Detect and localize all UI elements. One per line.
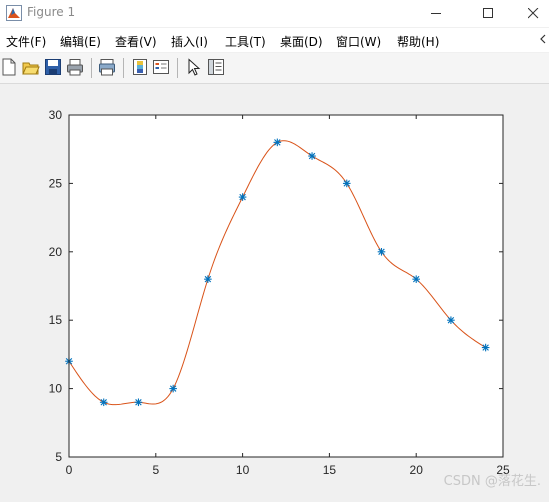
close-button[interactable] xyxy=(510,0,549,27)
y-tick-label: 30 xyxy=(49,108,63,122)
y-tick-label: 5 xyxy=(55,450,62,464)
menu-dock-arrow-icon[interactable] xyxy=(539,34,547,44)
data-point-marker xyxy=(342,179,351,188)
save-icon[interactable] xyxy=(44,58,62,76)
menu-desktop[interactable]: 桌面(D) xyxy=(280,33,323,50)
menu-file[interactable]: 文件(F) xyxy=(6,33,46,50)
matlab-figure-icon xyxy=(6,5,22,21)
x-tick-label: 20 xyxy=(410,463,424,477)
axes-background xyxy=(69,115,503,457)
watermark-text: CSDN @落花生. xyxy=(443,474,541,489)
maximize-button[interactable] xyxy=(465,0,511,27)
data-point-marker xyxy=(169,384,177,393)
open-file-icon[interactable] xyxy=(22,58,40,76)
x-tick-label: 0 xyxy=(66,463,73,477)
menu-bar: 文件(F) 编辑(E) 查看(V) 插入(I) 工具(T) 桌面(D) 窗口(W… xyxy=(0,28,549,52)
menu-tools[interactable]: 工具(T) xyxy=(225,33,266,50)
minimize-button[interactable] xyxy=(413,0,459,27)
new-figure-icon[interactable] xyxy=(0,58,18,76)
menu-edit[interactable]: 编辑(E) xyxy=(60,33,101,50)
toolbar-separator xyxy=(123,58,124,78)
data-point-marker xyxy=(412,275,420,283)
x-tick-label: 15 xyxy=(323,463,337,477)
title-bar: Figure 1 xyxy=(0,0,549,27)
y-tick-label: 20 xyxy=(49,245,63,259)
x-tick-label: 10 xyxy=(236,463,250,477)
property-inspector-icon[interactable] xyxy=(207,58,225,76)
insert-legend-icon[interactable] xyxy=(152,58,170,76)
y-tick-label: 10 xyxy=(49,382,63,396)
data-point-marker xyxy=(481,343,490,352)
data-point-marker xyxy=(273,138,282,147)
toolbar-separator xyxy=(177,58,178,78)
toolbar xyxy=(0,53,549,84)
menu-insert[interactable]: 插入(I) xyxy=(171,33,208,50)
data-point-marker xyxy=(99,398,108,407)
data-point-marker xyxy=(377,248,386,256)
plot-svg[interactable]: 0 5 10 15 20 2551015202530 xyxy=(0,84,549,498)
menu-view[interactable]: 查看(V) xyxy=(115,33,157,50)
window-title: Figure 1 xyxy=(27,5,76,19)
figure-canvas: 0 5 10 15 20 25 5 10 15 20 25 30 xyxy=(0,84,549,498)
toolbar-separator xyxy=(91,58,92,78)
maximize-icon xyxy=(483,8,493,18)
close-icon xyxy=(528,8,539,19)
menu-window[interactable]: 窗口(W) xyxy=(336,33,381,50)
print-icon[interactable] xyxy=(66,58,84,76)
minimize-icon xyxy=(431,13,441,14)
menu-help[interactable]: 帮助(H) xyxy=(397,33,439,50)
print-preview-icon[interactable] xyxy=(98,58,116,76)
data-point-marker xyxy=(204,275,212,283)
x-tick-label: 5 xyxy=(152,463,159,477)
data-point-marker xyxy=(308,152,316,160)
data-point-marker xyxy=(134,398,143,407)
data-point-marker xyxy=(238,193,247,201)
insert-colorbar-icon[interactable] xyxy=(131,58,149,76)
edit-plot-icon[interactable] xyxy=(185,58,203,76)
y-tick-label: 15 xyxy=(49,313,63,327)
y-tick-label: 25 xyxy=(49,176,63,190)
data-point-marker xyxy=(447,316,455,324)
